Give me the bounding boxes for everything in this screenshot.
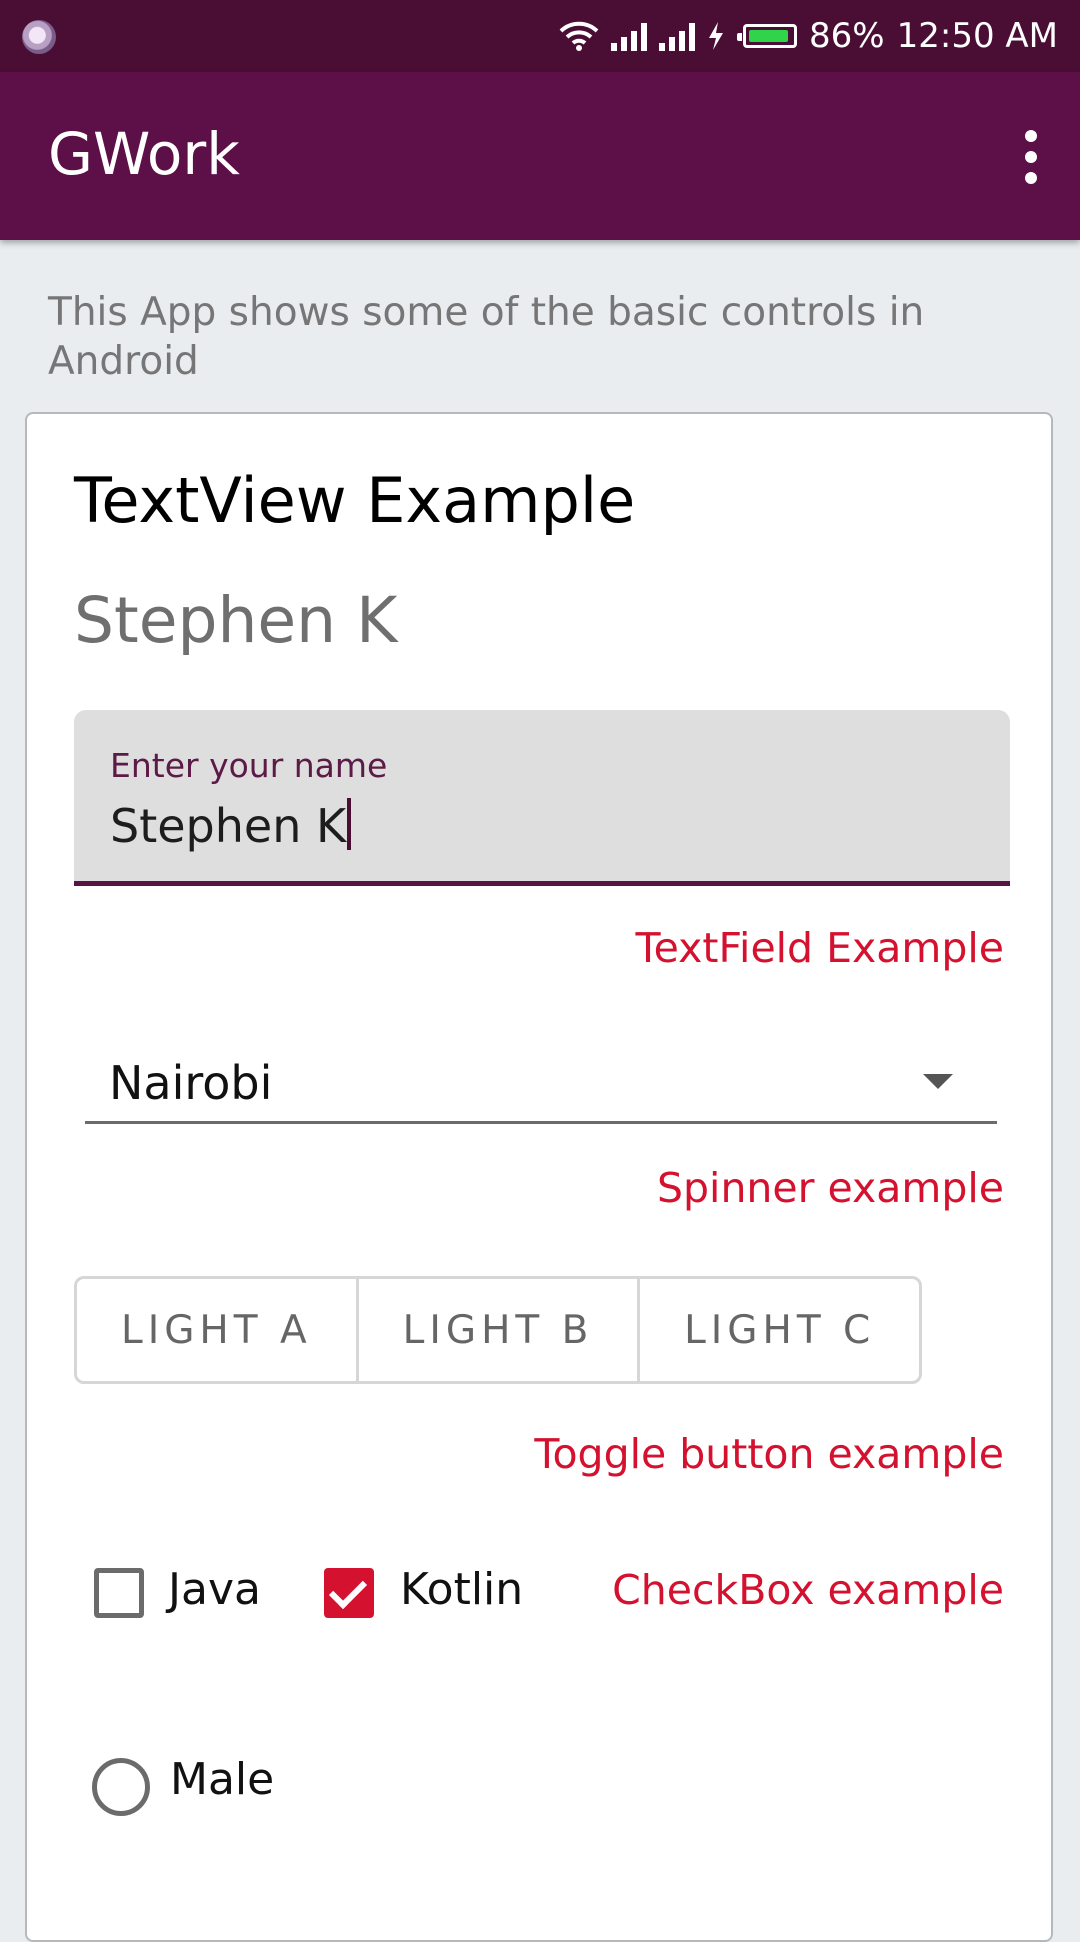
- toggle-light-a[interactable]: LIGHT A: [77, 1279, 356, 1381]
- charging-icon: [709, 22, 724, 50]
- textview-value: Stephen K: [74, 584, 398, 657]
- city-spinner[interactable]: Nairobi: [85, 1034, 997, 1124]
- status-time: 12:50 AM: [896, 16, 1058, 56]
- name-text-field[interactable]: Enter your name Stephen K: [74, 710, 1010, 886]
- name-field-value-wrap[interactable]: Stephen K: [110, 798, 352, 853]
- java-checkbox[interactable]: [94, 1568, 144, 1618]
- dropdown-arrow-icon[interactable]: [923, 1074, 953, 1089]
- name-field-label: Enter your name: [110, 746, 388, 785]
- app-notification-icon: [22, 20, 56, 54]
- status-icons: 86% 12:50 AM: [559, 14, 1058, 58]
- wifi-icon: [559, 21, 599, 51]
- toggle-button-group: LIGHT A LIGHT B LIGHT C: [74, 1276, 922, 1384]
- spinner-selected-value[interactable]: Nairobi: [109, 1056, 272, 1110]
- more-vert-icon[interactable]: [1016, 130, 1046, 184]
- spinner-caption: Spinner example: [657, 1164, 1004, 1212]
- app-title: GWork: [48, 120, 240, 188]
- checkbox-caption: CheckBox example: [612, 1566, 1004, 1614]
- battery-percent: 86%: [809, 16, 885, 56]
- battery-icon: [737, 24, 798, 48]
- toggle-caption: Toggle button example: [534, 1430, 1004, 1478]
- name-field-value[interactable]: Stephen K: [110, 799, 346, 853]
- textview-heading: TextView Example: [74, 464, 636, 537]
- male-radio-label[interactable]: Male: [170, 1754, 274, 1805]
- signal-icon: [659, 21, 696, 51]
- controls-card: TextView Example Stephen K Enter your na…: [25, 412, 1053, 1942]
- toggle-light-c[interactable]: LIGHT C: [637, 1279, 919, 1381]
- kotlin-checkbox[interactable]: [324, 1568, 374, 1618]
- status-bar: 86% 12:50 AM: [0, 0, 1080, 72]
- java-checkbox-label[interactable]: Java: [168, 1564, 261, 1615]
- app-bar: GWork: [0, 72, 1080, 240]
- kotlin-checkbox-label[interactable]: Kotlin: [400, 1564, 523, 1615]
- textfield-caption: TextField Example: [635, 924, 1004, 972]
- intro-text: This App shows some of the basic control…: [48, 290, 925, 384]
- signal-icon: [611, 21, 648, 51]
- male-radio-button[interactable]: [92, 1758, 150, 1816]
- toggle-light-b[interactable]: LIGHT B: [355, 1279, 638, 1381]
- text-cursor: [347, 798, 352, 850]
